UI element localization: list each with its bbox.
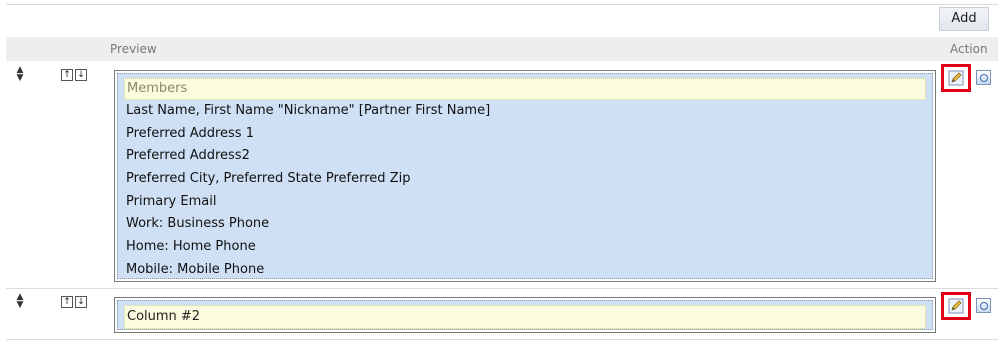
move-down-icon[interactable]: ↓	[75, 296, 87, 308]
move-up-icon[interactable]: ↑	[61, 69, 73, 81]
move-up-icon[interactable]: ↑	[61, 296, 73, 308]
copy-icon[interactable]	[976, 70, 991, 85]
preview-line: Last Name, First Name "Nickname" [Partne…	[126, 103, 491, 118]
preview-panel-content: Members Last Name, First Name "Nickname"…	[117, 73, 933, 279]
preview-title: Column #2	[124, 305, 926, 329]
drag-handle-icon[interactable]: ▲ ▼	[16, 293, 24, 311]
preview-line: Work: Business Phone	[126, 216, 270, 232]
table-header: Preview Action	[6, 37, 998, 61]
preview-panel[interactable]: Members Last Name, First Name "Nickname"…	[114, 70, 936, 282]
edit-button[interactable]	[941, 292, 971, 320]
preview-line: Primary Email	[126, 193, 217, 209]
preview-line: Home: Home Phone	[126, 239, 256, 255]
preview-column-header: Preview	[110, 42, 157, 56]
preview-panel-content: Column #2	[117, 300, 933, 330]
table-row: ▲ ▼ ↑ ↓ Column #2	[6, 289, 998, 340]
edit-button[interactable]	[941, 64, 971, 92]
drag-handle-icon[interactable]: ▲ ▼	[16, 66, 24, 84]
preview-line: Preferred Address 1	[126, 125, 254, 141]
preview-line: Mobile: Mobile Phone	[126, 261, 265, 277]
edit-pencil-icon	[948, 298, 964, 314]
action-column-header: Action	[950, 42, 988, 56]
add-button[interactable]: Add	[939, 7, 989, 31]
preview-panel[interactable]: Column #2	[114, 297, 936, 333]
top-divider	[6, 4, 998, 5]
preview-line: Preferred Address2	[126, 148, 250, 164]
edit-pencil-icon	[948, 70, 964, 86]
copy-icon[interactable]	[976, 298, 991, 313]
move-down-icon[interactable]: ↓	[75, 69, 87, 81]
preview-line: Preferred City, Preferred State Preferre…	[126, 171, 411, 187]
table-row: ▲ ▼ ↑ ↓ Members Last Name, First Name "Ni…	[6, 62, 998, 289]
preview-title: Members	[124, 78, 926, 100]
